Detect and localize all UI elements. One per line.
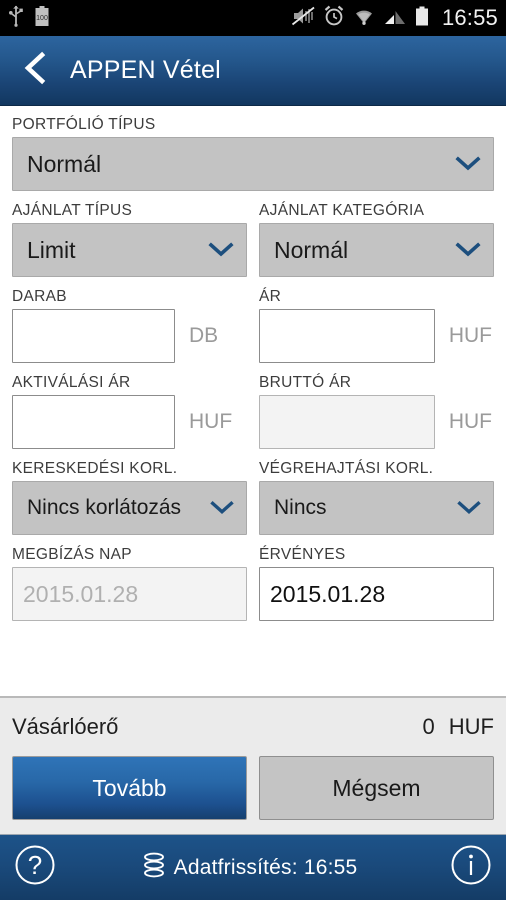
offer-category-label: AJÁNLAT KATEGÓRIA	[259, 202, 425, 219]
footer-bar: ? Adatfrissítés: 16:55	[0, 834, 506, 900]
chevron-down-icon	[206, 240, 236, 260]
offer-category-value: Normál	[274, 236, 349, 263]
offer-category-field: AJÁNLAT KATEGÓRIA Normál	[259, 202, 494, 277]
signal-bars-icon	[383, 5, 407, 32]
order-day-label: MEGBÍZÁS NAP	[12, 546, 132, 563]
offer-row: AJÁNLAT TÍPUS Limit AJÁNLAT KATEGÓRIA No…	[12, 202, 494, 277]
status-bar-left-icons: 100	[8, 5, 50, 32]
trading-restriction-label: KERESKEDÉSI KORL.	[12, 460, 178, 477]
offer-type-select[interactable]: Limit	[12, 223, 247, 277]
chevron-left-icon	[20, 51, 50, 90]
battery-full-icon	[414, 5, 430, 32]
quantity-input-wrap: DB	[12, 309, 247, 363]
offer-type-label: AJÁNLAT TÍPUS	[12, 202, 133, 219]
purchasing-power-row: Vásárlóerő 0 HUF	[12, 698, 494, 756]
execution-restriction-value: Nincs	[274, 496, 327, 519]
data-refresh-status: Adatfrissítés: 16:55	[50, 852, 450, 883]
price-input[interactable]	[259, 309, 435, 363]
quantity-label: DARAB	[12, 288, 67, 305]
price-label: ÁR	[259, 288, 282, 305]
trading-restriction-select[interactable]: Nincs korlátozás	[12, 481, 247, 535]
offer-category-select[interactable]: Normál	[259, 223, 494, 277]
trading-restriction-value: Nincs korlátozás	[27, 496, 182, 519]
alarm-clock-icon	[323, 5, 345, 32]
continue-button[interactable]: Tovább	[12, 756, 247, 820]
app-screen: 100 16:55 APPEN Vétel PORTFÓLIÓ TÍPUS No…	[0, 0, 506, 900]
info-button[interactable]	[450, 844, 492, 891]
price-field: ÁR HUF	[259, 288, 494, 363]
execution-restriction-select[interactable]: Nincs	[259, 481, 494, 535]
valid-until-input[interactable]: 2015.01.28	[259, 567, 494, 621]
status-bar: 100 16:55	[0, 0, 506, 36]
data-refresh-text: Adatfrissítés: 16:55	[173, 855, 358, 879]
valid-until-field: ÉRVÉNYES 2015.01.28	[259, 546, 494, 621]
execution-restriction-label: VÉGREHAJTÁSI KORL.	[259, 460, 434, 477]
battery-level-text: 100	[36, 15, 48, 22]
bottom-panel: Vásárlóerő 0 HUF Tovább Mégsem	[0, 696, 506, 834]
back-button[interactable]	[12, 48, 58, 94]
price-input-wrap: HUF	[259, 309, 494, 363]
activation-price-field: AKTIVÁLÁSI ÁR HUF	[12, 374, 247, 449]
portfolio-type-row: PORTFÓLIÓ TÍPUS Normál	[12, 116, 494, 191]
gross-price-field: BRUTTÓ ÁR HUF	[259, 374, 494, 449]
chevron-down-icon	[455, 498, 483, 518]
info-circle-icon	[450, 844, 492, 891]
price-unit: HUF	[448, 324, 492, 347]
trading-restriction-field: KERESKEDÉSI KORL. Nincs korlátozás	[12, 460, 247, 535]
status-bar-clock: 16:55	[441, 5, 498, 30]
activation-price-input[interactable]	[12, 395, 175, 449]
cancel-button[interactable]: Mégsem	[259, 756, 494, 820]
quantity-field: DARAB DB	[12, 288, 247, 363]
mute-vibrate-off-icon	[291, 5, 316, 32]
gross-price-unit: HUF	[448, 410, 492, 433]
status-bar-right-icons: 16:55	[291, 5, 498, 32]
purchasing-power-label: Vásárlóerő	[12, 714, 119, 739]
activation-price-unit: HUF	[189, 410, 233, 433]
svg-text:?: ?	[28, 850, 42, 880]
restrictions-row: KERESKEDÉSI KORL. Nincs korlátozás VÉGRE…	[12, 460, 494, 535]
action-button-row: Tovább Mégsem	[12, 756, 494, 834]
order-day-field: MEGBÍZÁS NAP 2015.01.28	[12, 546, 247, 621]
activation-price-input-wrap: HUF	[12, 395, 247, 449]
quantity-input[interactable]	[12, 309, 175, 363]
chevron-down-icon	[453, 154, 483, 174]
order-form: PORTFÓLIÓ TÍPUS Normál AJÁNLAT TÍPUS Lim…	[0, 106, 506, 696]
portfolio-type-field: PORTFÓLIÓ TÍPUS Normál	[12, 116, 494, 191]
portfolio-type-label: PORTFÓLIÓ TÍPUS	[12, 116, 156, 133]
portfolio-type-value: Normál	[27, 150, 102, 177]
offer-type-field: AJÁNLAT TÍPUS Limit	[12, 202, 247, 277]
gross-price-label: BRUTTÓ ÁR	[259, 374, 352, 391]
purchasing-power-value-wrap: 0 HUF	[423, 714, 494, 740]
database-stack-icon	[143, 852, 165, 883]
gross-price-input-wrap: HUF	[259, 395, 494, 449]
wifi-icon	[352, 5, 376, 32]
page-title: APPEN Vétel	[70, 56, 221, 84]
activation-gross-row: AKTIVÁLÁSI ÁR HUF BRUTTÓ ÁR HUF	[12, 374, 494, 449]
order-day-input: 2015.01.28	[12, 567, 247, 621]
valid-until-label: ÉRVÉNYES	[259, 546, 346, 563]
battery-level-100-icon: 100	[34, 5, 50, 32]
usb-icon	[8, 5, 24, 32]
quantity-price-row: DARAB DB ÁR HUF	[12, 288, 494, 363]
purchasing-power-value: 0	[422, 714, 435, 739]
chevron-down-icon	[208, 498, 236, 518]
portfolio-type-select[interactable]: Normál	[12, 137, 494, 191]
dates-row: MEGBÍZÁS NAP 2015.01.28 ÉRVÉNYES 2015.01…	[12, 546, 494, 621]
purchasing-power-currency: HUF	[448, 714, 494, 739]
app-header: APPEN Vétel	[0, 36, 506, 106]
offer-type-value: Limit	[27, 236, 76, 263]
activation-price-label: AKTIVÁLÁSI ÁR	[12, 374, 131, 391]
gross-price-input	[259, 395, 435, 449]
quantity-unit: DB	[189, 324, 219, 347]
execution-restriction-field: VÉGREHAJTÁSI KORL. Nincs	[259, 460, 494, 535]
chevron-down-icon	[453, 240, 483, 260]
